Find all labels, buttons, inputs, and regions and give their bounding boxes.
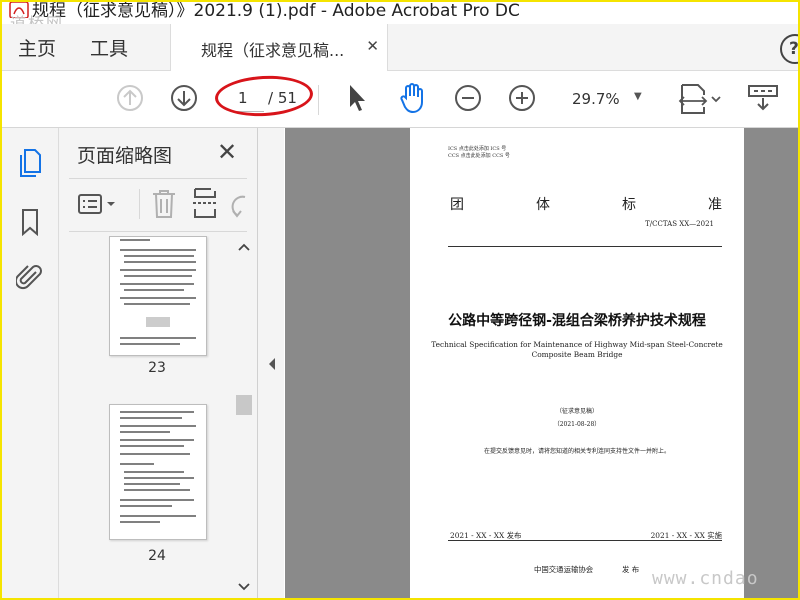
document-title: 公路中等跨径钢-混组合梁桥养护技术规程 [448, 313, 706, 329]
bookmark-icon[interactable] [20, 208, 40, 236]
close-panel-icon[interactable]: ✕ [217, 138, 237, 166]
standard-char: 团 [450, 197, 464, 213]
standard-code: T/CCTAS XX—2021 [645, 220, 714, 228]
zoom-in-icon[interactable] [508, 84, 536, 112]
page-thumbnail-24[interactable] [109, 404, 207, 540]
footer-rule [448, 540, 722, 541]
draft-label: （征求意见稿） [555, 408, 598, 415]
thumbnail-scrollbar[interactable] [234, 238, 254, 596]
panel-title: 页面缩略图 [77, 145, 173, 167]
fit-page-icon[interactable] [676, 81, 724, 117]
menu-tabs-bar: 主页 工具 规程（征求意见稿... ✕ ? [2, 24, 800, 71]
window-title: 规程（征求意见稿）》2021.9 (1).pdf - Adobe Acrobat… [32, 2, 520, 21]
panel-splitter[interactable] [258, 128, 284, 598]
scroll-down-icon[interactable] [238, 582, 250, 592]
watermark-site: www.cndao [652, 568, 759, 589]
read-mode-icon[interactable] [746, 83, 780, 113]
page-thumbnail-23[interactable] [109, 236, 207, 356]
header-rule [448, 246, 722, 247]
zoom-out-icon[interactable] [454, 84, 482, 112]
hand-tool-icon[interactable] [398, 82, 428, 114]
thumbnail-label: 24 [148, 548, 166, 564]
panel-toolbar [69, 178, 247, 232]
english-title-line: Technical Specification for Maintenance … [431, 340, 723, 349]
previous-page-icon[interactable] [116, 84, 144, 112]
thumbnail-label: 23 [148, 360, 166, 376]
title-bar: 规程（征求意见稿）》2021.9 (1).pdf - Adobe Acrobat… [2, 2, 798, 24]
attachment-icon[interactable] [16, 262, 44, 292]
extract-pages-icon[interactable] [191, 187, 219, 219]
panel-divider [139, 189, 140, 219]
scroll-up-icon[interactable] [238, 242, 250, 252]
zoom-value: 29.7% [572, 90, 620, 108]
tab-document[interactable]: 规程（征求意见稿... ✕ [170, 24, 388, 71]
toolbar-divider [318, 85, 319, 115]
collapse-panel-icon[interactable] [268, 358, 276, 370]
main-toolbar: 1 / 51 29.7% ▼ [2, 71, 798, 128]
next-page-icon[interactable] [170, 84, 198, 112]
thumbnail-options-icon[interactable] [77, 193, 121, 217]
navigation-rail [2, 128, 59, 598]
english-title-line: Composite Beam Bridge [531, 350, 623, 359]
draft-date: （2021-08-28） [553, 421, 601, 428]
chevron-down-icon: ▼ [634, 91, 642, 102]
pdf-page: ICS 点击此处添加 ICS 号 CCS 点击此处添加 CCS 号 团 体 标 … [410, 128, 744, 598]
zoom-dropdown[interactable]: 29.7% ▼ [558, 87, 648, 111]
rotate-icon[interactable] [229, 189, 247, 219]
publisher: 中国交通运输协会 [534, 565, 594, 574]
scrollbar-thumb[interactable] [236, 395, 252, 415]
standard-char: 体 [536, 197, 550, 213]
standard-char: 标 [622, 197, 636, 213]
tab-tools[interactable]: 工具 [90, 34, 128, 61]
publisher-action: 发 布 [622, 565, 640, 574]
close-tab-icon[interactable]: ✕ [366, 37, 379, 55]
ics-line: ICS 点击此处添加 ICS 号 [448, 146, 507, 152]
page-thumbnails-icon[interactable] [18, 148, 42, 178]
document-tab-label: 规程（征求意见稿... [201, 41, 345, 60]
standard-char: 准 [708, 197, 722, 213]
help-icon[interactable]: ? [780, 34, 800, 64]
select-cursor-icon[interactable] [346, 83, 368, 113]
tab-home[interactable]: 主页 [18, 34, 56, 61]
ccs-line: CCS 点击此处添加 CCS 号 [448, 153, 510, 159]
delete-icon[interactable] [151, 189, 177, 219]
thumbnails-panel: 页面缩略图 ✕ 23 24 [59, 128, 258, 598]
thumbnail-list: 23 24 [69, 236, 233, 598]
patent-notice: 在提交反馈意见时，请将您知道的相关专利连同支持性文件一并附上。 [483, 448, 670, 455]
